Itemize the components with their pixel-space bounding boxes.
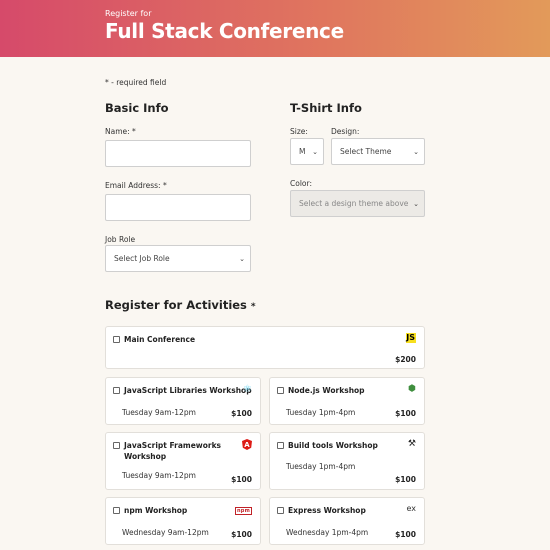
design-value: Select Theme bbox=[340, 147, 392, 156]
design-label: Design: bbox=[331, 127, 360, 136]
activity-name: npm Workshop bbox=[124, 506, 188, 515]
page-header: Register for Full Stack Conference bbox=[0, 0, 550, 57]
activity-time: Tuesday 1pm-4pm bbox=[286, 462, 356, 471]
activity-name: Build tools Workshop bbox=[288, 441, 378, 450]
activity-card-nodejs[interactable]: Node.js Workshop ⬢ Tuesday 1pm-4pm $100 bbox=[269, 377, 425, 425]
activity-name: Express Workshop bbox=[288, 506, 366, 515]
job-role-select[interactable]: Select Job Role ⌄ bbox=[105, 245, 251, 272]
activity-time: Wednesday 1pm-4pm bbox=[286, 528, 369, 537]
size-select[interactable]: M ⌄ bbox=[290, 138, 324, 165]
activity-checkbox[interactable] bbox=[277, 507, 284, 514]
activity-price: $100 bbox=[231, 475, 252, 484]
header-subtitle: Register for bbox=[105, 9, 152, 18]
activity-name: Main Conference bbox=[124, 335, 196, 344]
color-label: Color: bbox=[290, 179, 312, 188]
activity-card-npm[interactable]: npm Workshop npm Wednesday 9am-12pm $100 bbox=[105, 497, 261, 545]
page-title: Full Stack Conference bbox=[105, 19, 344, 43]
job-role-value: Select Job Role bbox=[114, 254, 170, 263]
job-role-label: Job Role bbox=[105, 235, 136, 244]
activity-checkbox[interactable] bbox=[113, 336, 120, 343]
tools-icon: ⚒ bbox=[407, 439, 416, 449]
required-note: * - required field bbox=[105, 78, 167, 87]
activity-price: $200 bbox=[395, 355, 416, 364]
activity-price: $100 bbox=[395, 530, 416, 539]
activity-price: $100 bbox=[395, 475, 416, 484]
basic-info-heading: Basic Info bbox=[105, 101, 169, 115]
activity-checkbox[interactable] bbox=[113, 507, 120, 514]
activity-card-main-conference[interactable]: Main Conference JS $200 bbox=[105, 326, 425, 369]
npm-icon: npm bbox=[235, 507, 252, 515]
activity-name: JavaScript Libraries Workshop bbox=[124, 386, 252, 395]
nodejs-icon: ⬢ bbox=[408, 384, 416, 394]
activities-heading-text: Register for Activities bbox=[105, 298, 247, 312]
tshirt-info-heading: T-Shirt Info bbox=[290, 101, 362, 115]
activity-card-build-tools[interactable]: Build tools Workshop ⚒ Tuesday 1pm-4pm $… bbox=[269, 432, 425, 490]
activity-time: Tuesday 9am-12pm bbox=[122, 471, 196, 480]
activity-name: JavaScript Frameworks Workshop bbox=[124, 441, 222, 461]
activity-card-express[interactable]: Express Workshop ex Wednesday 1pm-4pm $1… bbox=[269, 497, 425, 545]
activities-heading: Register for Activities * bbox=[105, 298, 256, 312]
angular-icon: A bbox=[242, 439, 252, 450]
express-icon: ex bbox=[406, 504, 416, 513]
email-field[interactable] bbox=[105, 194, 251, 221]
name-label: Name: * bbox=[105, 127, 136, 136]
activity-checkbox[interactable] bbox=[113, 387, 120, 394]
activity-card-js-libraries[interactable]: JavaScript Libraries Workshop ⚛ Tuesday … bbox=[105, 377, 261, 425]
activity-time: Wednesday 9am-12pm bbox=[122, 528, 209, 537]
design-select[interactable]: Select Theme ⌄ bbox=[331, 138, 425, 165]
javascript-icon: JS bbox=[406, 333, 416, 343]
activity-name: Node.js Workshop bbox=[288, 386, 365, 395]
chevron-down-icon: ⌄ bbox=[413, 147, 419, 156]
activity-card-js-frameworks[interactable]: JavaScript Frameworks Workshop A Tuesday… bbox=[105, 432, 261, 490]
activity-time: Tuesday 1pm-4pm bbox=[286, 408, 356, 417]
activity-time: Tuesday 9am-12pm bbox=[122, 408, 196, 417]
activity-checkbox[interactable] bbox=[277, 442, 284, 449]
size-value: M bbox=[299, 147, 306, 156]
name-field[interactable] bbox=[105, 140, 251, 167]
color-value: Select a design theme above bbox=[299, 199, 409, 208]
color-select[interactable]: Select a design theme above ⌄ bbox=[290, 190, 425, 217]
activity-price: $100 bbox=[231, 409, 252, 418]
activity-price: $100 bbox=[231, 530, 252, 539]
email-label: Email Address: * bbox=[105, 181, 167, 190]
react-icon: ⚛ bbox=[243, 384, 252, 395]
required-mark: * bbox=[250, 302, 256, 312]
chevron-down-icon: ⌄ bbox=[312, 147, 318, 156]
activity-checkbox[interactable] bbox=[277, 387, 284, 394]
chevron-down-icon: ⌄ bbox=[413, 199, 419, 208]
activity-price: $100 bbox=[395, 409, 416, 418]
chevron-down-icon: ⌄ bbox=[239, 254, 245, 263]
size-label: Size: bbox=[290, 127, 308, 136]
